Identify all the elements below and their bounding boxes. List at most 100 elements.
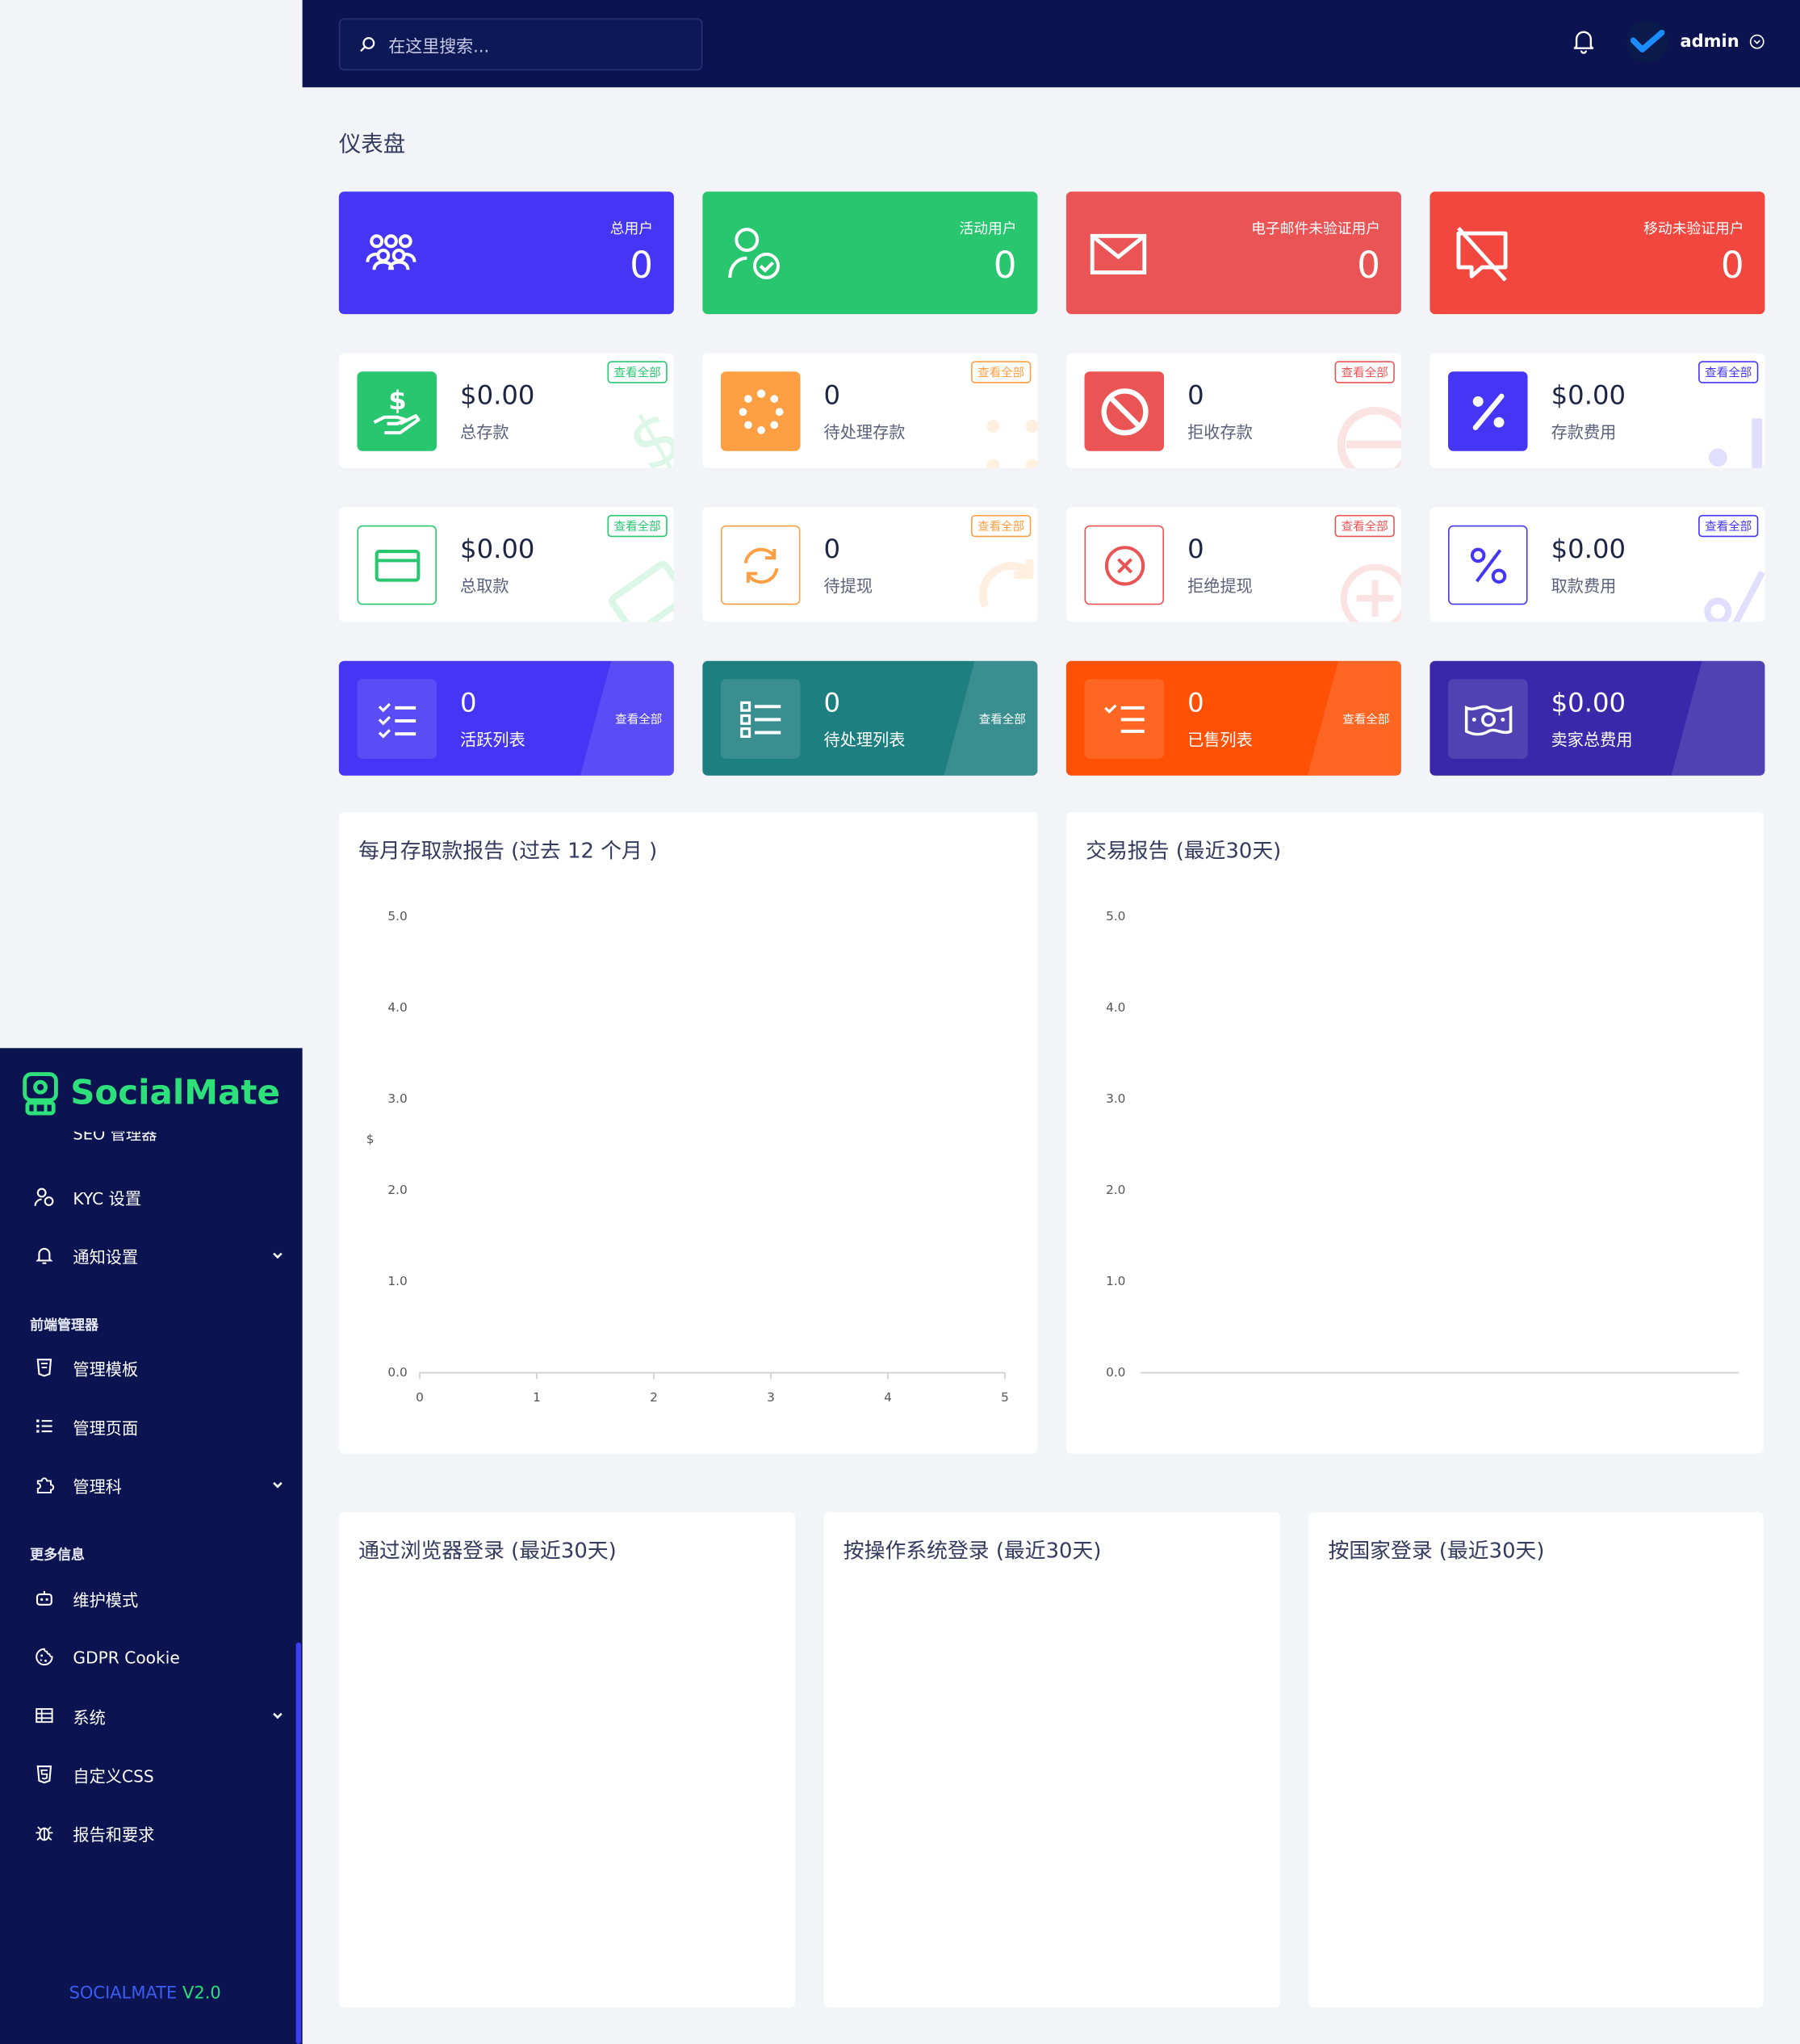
withdraw-card-rejected[interactable]: 0 拒绝提现 查看全部 [1065, 507, 1401, 622]
view-all-button[interactable]: 查看全部 [1334, 514, 1395, 538]
list-ul-icon [739, 700, 781, 738]
y-tick-label: 0.0 [1106, 1365, 1125, 1380]
user-name: admin [1680, 31, 1739, 52]
checklist-icon [377, 702, 416, 738]
view-all-button[interactable]: 查看全部 [971, 361, 1032, 383]
sidebar-item-label: 管理科 [73, 1476, 123, 1496]
card-value: 0 [460, 686, 477, 718]
login-by-browser-card: 通过浏览器登录 (最近30天) [338, 1512, 796, 2008]
sidebar-item-label: 报告和要求 [73, 1824, 155, 1845]
card-label: 卖家总费用 [1551, 730, 1633, 750]
section-header-more: 更多信息 [30, 1547, 85, 1564]
sidebar-item-label: KYC 设置 [73, 1187, 142, 1208]
login-by-country-card: 按国家登录 (最近30天) [1308, 1512, 1764, 2008]
withdraw-card-pending[interactable]: 0 待提现 查看全部 [702, 507, 1038, 622]
card-value: 0 [823, 686, 841, 718]
card-title: 按国家登录 (最近30天) [1328, 1538, 1545, 1564]
view-all-button[interactable]: 查看全部 [607, 514, 668, 538]
brand-check-icon [1630, 30, 1665, 52]
card-title: 按操作系统登录 (最近30天) [843, 1538, 1102, 1564]
bell-icon [36, 1247, 53, 1264]
stat-value: 0 [993, 243, 1017, 287]
stat-value: 0 [630, 243, 654, 287]
sidebar-item-notifications[interactable]: 通知设置 [34, 1242, 284, 1268]
stat-label: 移动未验证用户 [1643, 220, 1744, 237]
chevron-down-icon [273, 1481, 283, 1489]
view-all-button[interactable]: 查看全部 [607, 361, 668, 383]
deposit-card-pending[interactable]: 0 待处理存款 查看全部 [702, 353, 1038, 468]
sidebar-item-sections[interactable]: 管理科 [34, 1472, 284, 1497]
sidebar-item-system[interactable]: 系统 [34, 1703, 284, 1728]
sidebar-scrollbar[interactable] [295, 1642, 302, 2044]
listing-card-pending[interactable]: 0 待处理列表 查看全部 [702, 660, 1038, 776]
y-tick-label: 2.0 [387, 1183, 407, 1197]
deposit-card-total[interactable]: $ $0.00 总存款 查看全部 $ [338, 353, 674, 468]
x-tick-label: 3 [767, 1390, 775, 1405]
sidebar-item-label: 维护模式 [73, 1590, 139, 1610]
search-input[interactable]: 在这里搜索... [338, 18, 703, 71]
card-value: $0.00 [1551, 533, 1626, 565]
card-label: 总取款 [460, 576, 509, 596]
spinner-icon [738, 388, 783, 434]
icon-box [357, 525, 437, 605]
icon-box [1448, 679, 1528, 759]
withdraw-card-total[interactable]: $0.00 总取款 查看全部 [338, 507, 674, 622]
card-label: 存款费用 [1551, 422, 1617, 442]
card-label: 待提现 [823, 576, 873, 596]
sidebar-item-templates[interactable]: 管理模板 [34, 1355, 284, 1380]
brand-logo[interactable]: SocialMate [21, 1071, 280, 1116]
card-label: 待处理存款 [823, 422, 906, 442]
puzzle-icon [36, 1477, 55, 1493]
stat-card-active-users[interactable]: 活动用户 0 [702, 191, 1038, 315]
listing-card-seller-fees[interactable]: $0.00 卖家总费用 [1430, 660, 1765, 776]
sidebar-item-label: 管理模板 [73, 1359, 139, 1379]
bug-icon [36, 1826, 53, 1841]
view-all-button[interactable]: 查看全部 [1342, 710, 1389, 727]
x-tick-label: 2 [650, 1390, 658, 1405]
card-value: 0 [1187, 533, 1204, 565]
robot-icon [36, 1590, 52, 1606]
view-all-button[interactable]: 查看全部 [615, 710, 662, 727]
view-all-button[interactable]: 查看全部 [1334, 361, 1395, 383]
view-all-button[interactable]: 查看全部 [1698, 361, 1759, 383]
card-value: $0.00 [1551, 686, 1626, 718]
deposit-card-rejected[interactable]: 0 拒收存款 查看全部 [1065, 353, 1401, 468]
ban-icon [1100, 387, 1148, 435]
card-label: 待处理列表 [823, 730, 906, 750]
sidebar-item-seo[interactable]: SEO 管理器 [34, 1132, 269, 1147]
sidebar-item-custom-css[interactable]: 自定义CSS [34, 1761, 284, 1787]
listing-card-active[interactable]: 0 活跃列表 查看全部 [338, 660, 674, 776]
stat-card-total-users[interactable]: 总用户 0 [338, 191, 674, 315]
sidebar-item-label: GDPR Cookie [73, 1647, 180, 1667]
stat-card-mobile-unverified[interactable]: 移动未验证用户 0 [1430, 191, 1765, 315]
view-all-button[interactable]: 查看全部 [971, 514, 1032, 538]
mobile-off-icon [1456, 226, 1508, 282]
sidebar-item-label: 通知设置 [73, 1246, 139, 1267]
sidebar-item-reports[interactable]: 报告和要求 [34, 1820, 284, 1845]
bell-icon[interactable] [1569, 26, 1598, 55]
sidebar-item-kyc[interactable]: KYC 设置 [34, 1183, 284, 1209]
y-tick-label: 4.0 [1106, 1000, 1125, 1015]
plus-circle-decor-icon [1340, 563, 1401, 622]
minus-circle-decor-icon [1337, 406, 1401, 468]
card-label: 取款费用 [1551, 576, 1617, 596]
monthly-report-chart: 0.0 1.0 2.0 3.0 4.0 5.0 0 1 2 3 4 5 $ [366, 909, 1009, 1405]
card-value: $0.00 [460, 533, 535, 565]
card-label: 拒收存款 [1187, 422, 1253, 442]
x-tick-label: 4 [884, 1390, 892, 1405]
stat-card-email-unverified[interactable]: 电子邮件未验证用户 0 [1065, 191, 1401, 315]
view-all-button[interactable]: 查看全部 [979, 710, 1026, 727]
sidebar-item-maintenance[interactable]: 维护模式 [34, 1585, 284, 1611]
icon-box [357, 679, 437, 759]
sidebar-item-gdpr[interactable]: GDPR Cookie [34, 1644, 284, 1669]
listing-card-sold[interactable]: 0 已售列表 查看全部 [1065, 660, 1401, 776]
deposit-card-fees[interactable]: $0.00 存款费用 查看全部 [1430, 353, 1765, 468]
user-menu[interactable]: admin [1626, 19, 1765, 65]
view-all-button[interactable]: 查看全部 [1698, 514, 1759, 538]
hand-dollar-icon: $ [372, 384, 420, 434]
card-title: 通过浏览器登录 (最近30天) [358, 1538, 617, 1564]
percent-icon [1471, 392, 1504, 430]
withdraw-card-fees[interactable]: $0.00 取款费用 查看全部 [1430, 507, 1765, 622]
sidebar-item-pages[interactable]: 管理页面 [34, 1413, 284, 1439]
brand-name: SocialMate [70, 1074, 280, 1114]
